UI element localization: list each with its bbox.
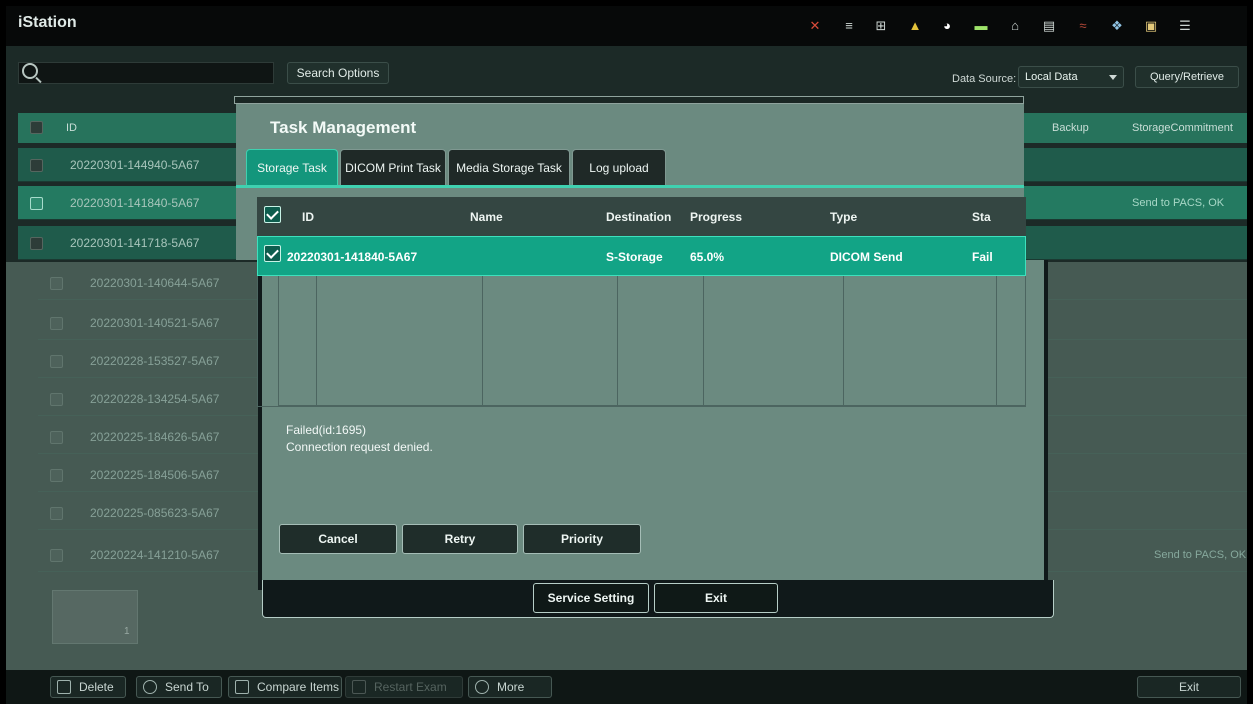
restart-exam-button[interactable]: Restart Exam	[345, 676, 463, 698]
mouse-icon[interactable]: ⌂	[1006, 17, 1024, 35]
more-label: More	[497, 680, 525, 694]
grid-line	[703, 276, 704, 406]
search-icon[interactable]	[22, 63, 38, 79]
cancel-button[interactable]: Cancel	[279, 524, 397, 554]
error-code: Failed(id:1695)	[286, 423, 367, 437]
menu-icon[interactable]: ☰	[1176, 17, 1194, 35]
task-status: Fail	[972, 250, 993, 264]
dialog-frame	[234, 96, 1024, 104]
service-setting-button[interactable]: Service Setting	[533, 583, 649, 613]
task-col-name[interactable]: Name	[470, 210, 503, 224]
more-icon	[475, 679, 489, 694]
trash-icon	[57, 679, 71, 694]
device-icon[interactable]: ▤	[1040, 17, 1058, 35]
more-button[interactable]: More	[468, 676, 552, 698]
data-source-label: Data Source:	[952, 73, 1017, 85]
restart-label: Restart Exam	[374, 680, 447, 694]
column-backup-header[interactable]: Backup	[1052, 122, 1089, 134]
exit-button[interactable]: Exit	[1137, 676, 1241, 698]
chevron-down-icon	[1109, 75, 1117, 80]
warning-icon[interactable]: ▲	[906, 17, 924, 35]
battery-icon[interactable]: ▬	[972, 17, 990, 35]
delete-label: Delete	[79, 680, 114, 694]
retry-button[interactable]: Retry	[402, 524, 518, 554]
grid-line	[316, 276, 317, 406]
task-col-destination[interactable]: Destination	[606, 210, 671, 224]
network-icon[interactable]: ⊞	[872, 17, 890, 35]
task-col-type[interactable]: Type	[830, 210, 857, 224]
grid-line	[278, 276, 279, 406]
task-col-id[interactable]: ID	[302, 210, 314, 224]
search-options-button[interactable]: Search Options	[287, 62, 389, 84]
row-checkbox[interactable]	[30, 197, 43, 210]
tab-underline	[236, 185, 1024, 188]
task-destination: S-Storage	[606, 250, 663, 264]
priority-button[interactable]: Priority	[523, 524, 641, 554]
compare-items-button[interactable]: Compare Items	[228, 676, 342, 698]
tab-storage-task[interactable]: Storage Task	[246, 149, 338, 185]
send-to-label: Send To	[165, 680, 209, 694]
task-col-status[interactable]: Sta	[972, 210, 991, 224]
search-input[interactable]	[18, 62, 274, 84]
tab-media-storage-task[interactable]: Media Storage Task	[448, 149, 570, 185]
compare-label: Compare Items	[257, 680, 340, 694]
send-to-button[interactable]: Send To	[136, 676, 222, 698]
select-all-checkbox[interactable]	[30, 121, 43, 134]
query-retrieve-button[interactable]: Query/Retrieve	[1135, 66, 1239, 88]
task-select-all-checkbox[interactable]	[264, 206, 281, 223]
grid-line	[617, 276, 618, 406]
task-id: 20220301-141840-5A67	[287, 250, 418, 264]
app-title: iStation	[18, 14, 77, 31]
task-col-progress[interactable]: Progress	[690, 210, 742, 224]
grid-line	[996, 276, 997, 406]
row-storage-status: Send to PACS, OK	[1132, 197, 1225, 209]
compare-icon	[235, 679, 249, 694]
grid-line	[843, 276, 844, 406]
grid-line	[482, 276, 483, 406]
title-bar	[6, 6, 1247, 46]
tab-dicom-print-task[interactable]: DICOM Print Task	[340, 149, 446, 185]
task-progress: 65.0%	[690, 250, 725, 264]
pie-icon[interactable]: ◕	[938, 17, 956, 35]
row-id: 20220301-141840-5A67	[70, 196, 200, 210]
grid-line	[278, 405, 1026, 406]
error-message: Connection request denied.	[286, 440, 433, 454]
dialog-edge	[1044, 260, 1048, 590]
delete-button[interactable]: Delete	[50, 676, 126, 698]
list-icon[interactable]: ≡	[840, 17, 858, 35]
tab-log-upload[interactable]: Log upload	[572, 149, 666, 185]
arrow-right-icon	[143, 679, 157, 694]
restart-icon	[352, 679, 366, 694]
column-storage-commitment-header[interactable]: StorageCommitment	[1132, 122, 1233, 134]
dialog-title: Task Management	[270, 118, 417, 137]
printer-icon[interactable]: ▣	[1142, 17, 1160, 35]
row-id: 20220301-141718-5A67	[70, 236, 200, 250]
globe-icon[interactable]: ❖	[1108, 17, 1126, 35]
column-id-header[interactable]: ID	[66, 122, 77, 134]
row-checkbox[interactable]	[30, 159, 43, 172]
wifi-icon[interactable]: ≈	[1074, 17, 1092, 35]
row-id: 20220301-144940-5A67	[70, 158, 200, 172]
x-icon[interactable]: ✕	[806, 17, 824, 35]
dialog-exit-button[interactable]: Exit	[654, 583, 778, 613]
task-type: DICOM Send	[830, 250, 903, 264]
row-checkbox[interactable]	[30, 237, 43, 250]
task-row-checkbox[interactable]	[264, 245, 281, 262]
